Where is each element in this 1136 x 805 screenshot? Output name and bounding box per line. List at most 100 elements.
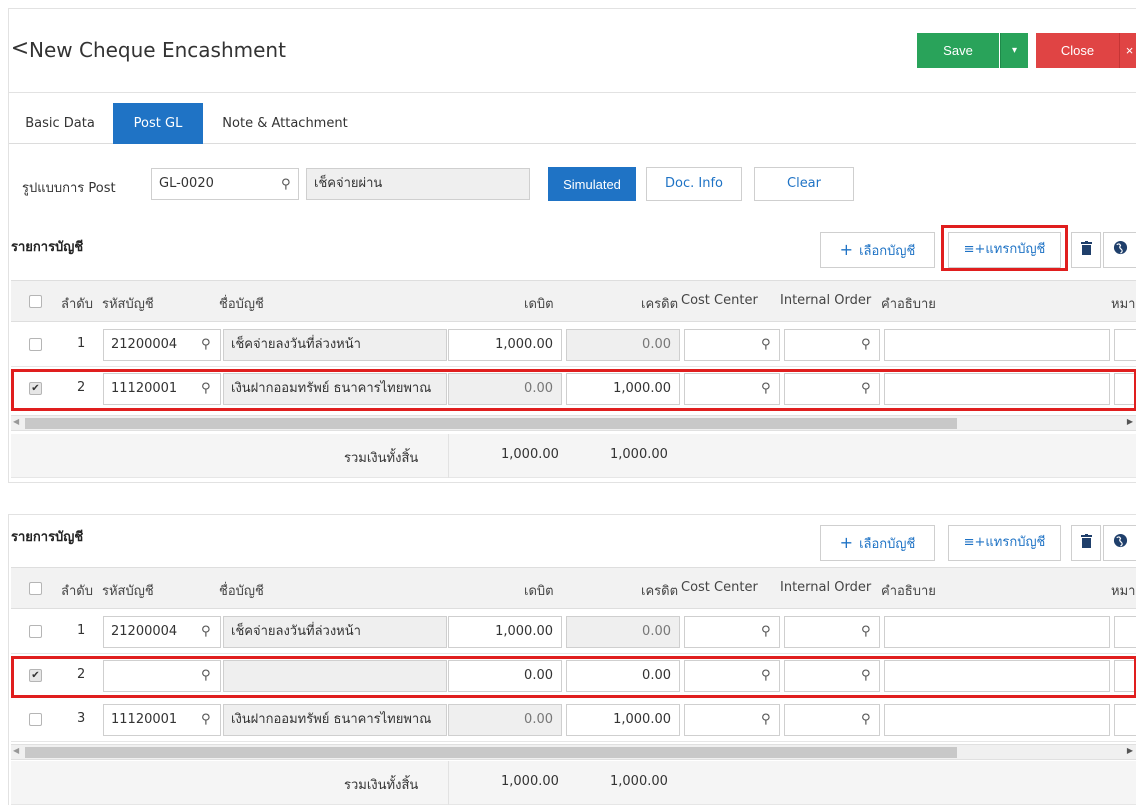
total-label: รวมเงินทั้งสิ้น: [344, 451, 419, 466]
select-account-button[interactable]: + เลือกบัญชี: [820, 232, 935, 268]
col-description: คำอธิบาย: [881, 297, 936, 312]
debit-value: 1,000.00: [495, 624, 553, 639]
note-input[interactable]: [1114, 329, 1136, 361]
total-label: รวมเงินทั้งสิ้น: [344, 778, 419, 793]
col-code: รหัสบัญชี: [102, 297, 154, 312]
back-icon[interactable]: <: [9, 36, 31, 61]
credit-input[interactable]: 0.00: [566, 616, 680, 648]
description-input[interactable]: [884, 373, 1110, 405]
debit-input[interactable]: 0.00: [448, 704, 562, 736]
tab-note-attachment[interactable]: Note & Attachment: [205, 103, 365, 144]
credit-input[interactable]: 0.00: [566, 329, 680, 361]
table-row: ✔ 2 ⚲ 0.00 0.00 ⚲ ⚲: [11, 654, 1136, 698]
description-input[interactable]: [884, 616, 1110, 648]
credit-input[interactable]: 1,000.00: [566, 704, 680, 736]
account-name-field: เงินฝากออมทรัพย์ ธนาคารไทยพาณ: [223, 373, 447, 405]
trash-icon[interactable]: [1071, 525, 1101, 561]
insert-account-label: แทรกบัญชี: [985, 242, 1046, 257]
col-internal-order: Internal Order: [780, 580, 872, 595]
simulated-button[interactable]: Simulated: [548, 167, 636, 201]
insert-account-button[interactable]: ≡+แทรกบัญชี: [948, 232, 1061, 268]
select-all-checkbox[interactable]: [29, 582, 42, 595]
description-input[interactable]: [884, 329, 1110, 361]
col-code: รหัสบัญชี: [102, 584, 154, 599]
row-checkbox[interactable]: ✔: [29, 382, 42, 395]
row-seq: 3: [77, 711, 86, 726]
clear-button[interactable]: Clear: [754, 167, 854, 201]
search-icon[interactable]: ⚲: [201, 668, 211, 683]
debit-input[interactable]: 1,000.00: [448, 329, 562, 361]
col-name: ชื่อบัญชี: [219, 297, 264, 312]
col-cost-center: Cost Center: [681, 580, 758, 595]
note-input[interactable]: [1114, 660, 1136, 692]
search-icon[interactable]: ⚲: [861, 668, 871, 683]
credit-value: 0.00: [642, 624, 671, 639]
row-checkbox[interactable]: [29, 713, 42, 726]
credit-input[interactable]: 0.00: [566, 660, 680, 692]
table-row: ✔ 2 11120001 ⚲ เงินฝากออมทรัพย์ ธนาคารไท…: [11, 367, 1136, 411]
close-button[interactable]: Close: [1036, 33, 1119, 68]
debit-input[interactable]: 0.00: [448, 660, 562, 692]
debit-input[interactable]: 0.00: [448, 373, 562, 405]
search-icon[interactable]: ⚲: [201, 381, 211, 396]
total-row: รวมเงินทั้งสิ้น 1,000.00 1,000.00: [11, 434, 1136, 478]
horizontal-scrollbar[interactable]: ◀ ▶: [11, 744, 1136, 760]
select-account-button[interactable]: + เลือกบัญชี: [820, 525, 935, 561]
row-checkbox[interactable]: [29, 338, 42, 351]
scrollbar-thumb[interactable]: [25, 418, 957, 429]
save-button[interactable]: Save: [917, 33, 999, 68]
row-seq: 1: [77, 623, 86, 638]
search-icon[interactable]: ⚲: [861, 712, 871, 727]
credit-input[interactable]: 1,000.00: [566, 373, 680, 405]
close-icon[interactable]: ×: [1119, 33, 1136, 68]
col-seq: ลำดับ: [61, 584, 93, 599]
globe-icon[interactable]: [1103, 525, 1136, 561]
search-icon[interactable]: ⚲: [281, 177, 291, 192]
search-icon[interactable]: ⚲: [861, 337, 871, 352]
description-input[interactable]: [884, 704, 1110, 736]
search-icon[interactable]: ⚲: [861, 624, 871, 639]
globe-icon[interactable]: [1103, 232, 1136, 268]
search-icon[interactable]: ⚲: [201, 337, 211, 352]
note-input[interactable]: [1114, 704, 1136, 736]
insert-row-icon: ≡+: [963, 242, 986, 257]
horizontal-scrollbar[interactable]: ◀ ▶: [11, 415, 1136, 431]
col-seq: ลำดับ: [61, 297, 93, 312]
insert-account-button[interactable]: ≡+แทรกบัญชี: [948, 525, 1061, 561]
search-icon[interactable]: ⚲: [861, 381, 871, 396]
tab-post-gl[interactable]: Post GL: [113, 103, 203, 144]
col-debit: เดบิต: [524, 584, 554, 599]
search-icon[interactable]: ⚲: [761, 381, 771, 396]
search-icon[interactable]: ⚲: [761, 624, 771, 639]
trash-icon[interactable]: [1071, 232, 1101, 268]
search-icon[interactable]: ⚲: [761, 668, 771, 683]
table-header: ลำดับ รหัสบัญชี ชื่อบัญชี เดบิต เครดิต C…: [11, 280, 1136, 322]
post-gl-panel: < New Cheque Encashment Save ▾ Close × B…: [8, 8, 1136, 483]
scroll-left-icon[interactable]: ◀: [13, 417, 19, 426]
total-row: รวมเงินทั้งสิ้น 1,000.00 1,000.00: [11, 761, 1136, 805]
debit-input[interactable]: 1,000.00: [448, 616, 562, 648]
total-credit: 1,000.00: [610, 447, 668, 462]
scroll-right-icon[interactable]: ▶: [1127, 417, 1133, 426]
search-icon[interactable]: ⚲: [761, 712, 771, 727]
account-code-value: 11120001: [111, 712, 178, 727]
row-checkbox[interactable]: ✔: [29, 669, 42, 682]
account-name-field: เช็คจ่ายลงวันที่ล่วงหน้า: [223, 616, 447, 648]
note-input[interactable]: [1114, 616, 1136, 648]
select-all-checkbox[interactable]: [29, 295, 42, 308]
account-name-value: เช็คจ่ายลงวันที่ล่วงหน้า: [231, 337, 361, 352]
search-icon[interactable]: ⚲: [761, 337, 771, 352]
total-credit: 1,000.00: [610, 774, 668, 789]
scroll-left-icon[interactable]: ◀: [13, 746, 19, 755]
search-icon[interactable]: ⚲: [201, 712, 211, 727]
scroll-right-icon[interactable]: ▶: [1127, 746, 1133, 755]
scrollbar-thumb[interactable]: [25, 747, 957, 758]
search-icon[interactable]: ⚲: [201, 624, 211, 639]
save-dropdown-button[interactable]: ▾: [1000, 33, 1028, 68]
note-input[interactable]: [1114, 373, 1136, 405]
row-checkbox[interactable]: [29, 625, 42, 638]
doc-info-button[interactable]: Doc. Info: [646, 167, 742, 201]
description-input[interactable]: [884, 660, 1110, 692]
post-format-code-input[interactable]: GL-0020: [151, 168, 299, 200]
tab-basic-data[interactable]: Basic Data: [9, 103, 111, 144]
